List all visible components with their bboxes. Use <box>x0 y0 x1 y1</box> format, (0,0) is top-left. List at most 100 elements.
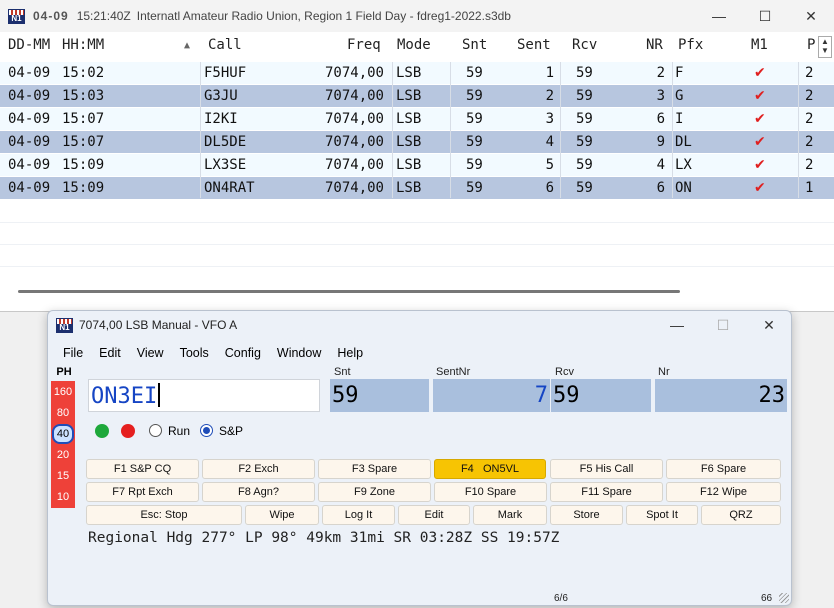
cell-freq: 7074,00 <box>324 180 384 196</box>
entry-title: 7074,00 LSB Manual - VFO A <box>79 318 238 332</box>
f4-button[interactable]: F4 ON5VL <box>434 459 546 479</box>
maximize-button[interactable]: ☐ <box>742 0 788 32</box>
col-date[interactable]: DD-MM <box>8 37 50 53</box>
band-40[interactable]: 40 <box>52 424 74 444</box>
cell-sent: 6 <box>545 180 554 196</box>
sentnr-field[interactable]: 7 <box>433 379 550 412</box>
cell-mode: LSB <box>396 157 422 173</box>
wipe-button[interactable]: Wipe <box>245 505 319 525</box>
col-nr[interactable]: NR <box>646 37 663 53</box>
horizontal-scrollbar[interactable] <box>0 282 834 300</box>
cell-p: 2 <box>805 157 814 173</box>
menu-view[interactable]: View <box>129 343 172 363</box>
col-snt[interactable]: Snt <box>462 37 487 53</box>
f1-button[interactable]: F1 S&P CQ <box>86 459 199 479</box>
close-button[interactable]: ✕ <box>746 311 792 339</box>
rcv-field[interactable]: 59 <box>551 379 651 412</box>
grid-line <box>0 222 834 223</box>
cell-snt: 59 <box>466 134 483 150</box>
cell-nr: 9 <box>656 134 665 150</box>
col-freq[interactable]: Freq <box>347 37 381 53</box>
table-row[interactable]: 04-09 15:09 ON4RAT 7074,00 LSB 59 6 59 6 ON ✔ 1 <box>0 177 834 199</box>
f6-button[interactable]: F6 Spare <box>666 459 781 479</box>
status-line: Regional Hdg 277° LP 98° 49km 31mi SR 03… <box>88 530 560 546</box>
cell-rcv: 59 <box>576 88 593 104</box>
col-sent[interactable]: Sent <box>517 37 551 53</box>
menu-edit[interactable]: Edit <box>91 343 129 363</box>
f12-button[interactable]: F12 Wipe <box>666 482 781 502</box>
f7-button[interactable]: F7 Rpt Exch <box>86 482 199 502</box>
menu-file[interactable]: File <box>48 343 91 363</box>
cell-time: 15:07 <box>62 134 105 150</box>
band-20[interactable]: 20 <box>51 445 75 465</box>
table-row[interactable]: 04-09 15:09 LX3SE 7074,00 LSB 59 5 59 4 LX ✔ 2 <box>0 154 834 176</box>
band-15[interactable]: 15 <box>51 466 75 486</box>
cell-mode: LSB <box>396 65 422 81</box>
table-row[interactable]: 04-09 15:02 F5HUF 7074,00 LSB 59 1 59 2 F ✔ 2 <box>0 62 834 84</box>
cell-pfx: I <box>675 111 684 127</box>
table-row[interactable]: 04-09 15:03 G3JU 7074,00 LSB 59 2 59 3 G ✔ 2 <box>0 85 834 107</box>
cell-freq: 7074,00 <box>324 157 384 173</box>
table-row[interactable]: 04-09 15:07 DL5DE 7074,00 LSB 59 4 59 9 DL ✔ 2 <box>0 131 834 153</box>
minimize-button[interactable]: — <box>696 0 742 32</box>
menu-config[interactable]: Config <box>217 343 269 363</box>
cell-time: 15:07 <box>62 111 105 127</box>
maximize-button[interactable]: ☐ <box>700 311 746 339</box>
check-icon: ✔ <box>754 134 766 150</box>
call-input[interactable]: ON3EI <box>88 379 320 412</box>
store-button[interactable]: Store <box>550 505 623 525</box>
sp-radio[interactable] <box>200 424 213 437</box>
f5-button[interactable]: F5 His Call <box>550 459 663 479</box>
col-m1[interactable]: M1 <box>751 37 768 53</box>
col-rcv[interactable]: Rcv <box>572 37 597 53</box>
menu-bar: File Edit View Tools Config Window Help <box>48 343 371 363</box>
scroll-up-down-icon[interactable]: ▲ ▼ <box>818 36 832 58</box>
col-p[interactable]: P <box>807 37 815 53</box>
green-status-icon <box>95 424 109 438</box>
band-160[interactable]: 160 <box>51 382 75 402</box>
cell-sent: 1 <box>545 65 554 81</box>
resize-grip-icon[interactable] <box>779 593 789 603</box>
cell-date: 04-09 <box>8 134 51 150</box>
check-icon: ✔ <box>754 65 766 81</box>
menu-tools[interactable]: Tools <box>172 343 217 363</box>
cell-call: G3JU <box>204 88 238 104</box>
log-it-button[interactable]: Log It <box>322 505 395 525</box>
nr-field[interactable]: 23 <box>655 379 787 412</box>
f3-button[interactable]: F3 Spare <box>318 459 431 479</box>
band-10[interactable]: 10 <box>51 487 75 507</box>
cell-snt: 59 <box>466 111 483 127</box>
scrollbar-thumb[interactable] <box>18 290 680 293</box>
cell-rcv: 59 <box>576 134 593 150</box>
col-time[interactable]: HH:MM <box>62 37 104 53</box>
table-row[interactable]: 04-09 15:07 I2KI 7074,00 LSB 59 3 59 6 I ✔ 2 <box>0 108 834 130</box>
edit-button[interactable]: Edit <box>398 505 470 525</box>
f10-button[interactable]: F10 Spare <box>434 482 547 502</box>
qrz-button[interactable]: QRZ <box>701 505 781 525</box>
col-pfx[interactable]: Pfx <box>678 37 703 53</box>
spot-it-button[interactable]: Spot It <box>626 505 698 525</box>
nr-label: Nr <box>658 366 670 378</box>
cell-date: 04-09 <box>8 88 51 104</box>
col-mode[interactable]: Mode <box>397 37 431 53</box>
mark-button[interactable]: Mark <box>473 505 547 525</box>
run-radio[interactable] <box>149 424 162 437</box>
cell-p: 2 <box>805 88 814 104</box>
col-call[interactable]: Call <box>208 37 242 53</box>
cell-mode: LSB <box>396 134 422 150</box>
cell-mode: LSB <box>396 111 422 127</box>
f2-button[interactable]: F2 Exch <box>202 459 315 479</box>
f8-button[interactable]: F8 Agn? <box>202 482 315 502</box>
band-80[interactable]: 80 <box>51 403 75 423</box>
menu-help[interactable]: Help <box>329 343 371 363</box>
snt-field[interactable]: 59 <box>330 379 429 412</box>
f11-button[interactable]: F11 Spare <box>550 482 663 502</box>
cell-sent: 3 <box>545 111 554 127</box>
f9-button[interactable]: F9 Zone <box>318 482 431 502</box>
esc-stop-button[interactable]: Esc: Stop <box>86 505 242 525</box>
menu-window[interactable]: Window <box>269 343 329 363</box>
minimize-button[interactable]: — <box>654 311 700 339</box>
close-button[interactable]: ✕ <box>788 0 834 32</box>
col-divider <box>798 62 799 198</box>
cell-pfx: F <box>675 65 684 81</box>
